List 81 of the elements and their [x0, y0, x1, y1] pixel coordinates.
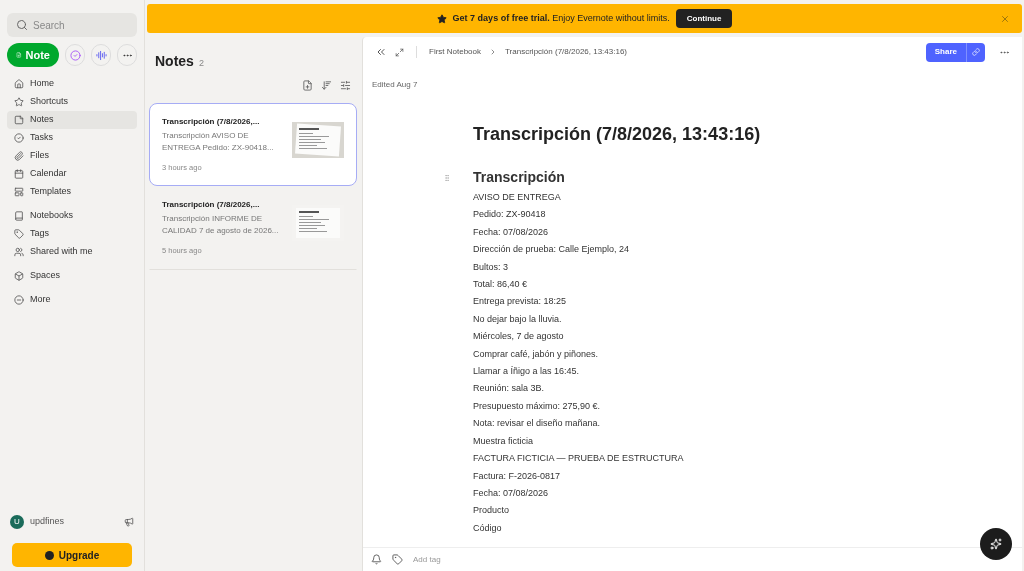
body-text: Código	[473, 521, 503, 535]
notes-heading: Notes	[155, 52, 194, 71]
sidebar-item[interactable]: Files	[7, 147, 137, 165]
body-text: Fecha: 07/08/2026	[473, 486, 550, 500]
note-icon	[14, 115, 24, 125]
search-icon	[16, 19, 28, 31]
sidebar-item[interactable]: Notes	[7, 111, 137, 129]
body-text: Presupuesto máximo: 275,90 €.	[473, 399, 602, 413]
sort-icon	[321, 80, 332, 91]
link-icon	[972, 48, 980, 56]
breadcrumb-item[interactable]: Transcripción (7/8/2026, 13:43:16)	[505, 46, 628, 58]
filter-icon	[340, 80, 351, 91]
body-text: Pedido: ZX-90418	[473, 208, 547, 222]
body-text: Reunión: sala 3B.	[473, 382, 546, 396]
sidebar-item[interactable]: Shortcuts	[7, 93, 137, 111]
continue-button[interactable]: Continue	[675, 9, 733, 28]
search-field[interactable]: Search	[7, 13, 137, 37]
tag-icon	[14, 229, 24, 239]
body-text: AVISO DE ENTREGA	[473, 191, 562, 204]
close-icon	[1000, 13, 1010, 24]
section-heading: Transcripción	[473, 168, 565, 187]
body-text: Llamar a Íñigo a las 16:45.	[473, 365, 581, 379]
megaphone-icon	[124, 517, 134, 527]
sound-wave-icon	[95, 49, 107, 61]
note-title: Transcripción (7/8/2026,...	[162, 116, 261, 128]
home-icon	[14, 79, 24, 89]
edited-date: Edited Aug 7	[371, 79, 419, 91]
body-text: No dejar bajo la lluvia.	[473, 312, 563, 326]
star-icon	[436, 13, 447, 24]
body-text: Bultos: 3	[473, 260, 510, 274]
banner-text: Get 7 days of free trial. Enjoy Evernote without limits.	[452, 11, 670, 25]
body-text: Comprar café, jabón y piñones.	[473, 347, 600, 361]
check-circle-icon	[14, 133, 24, 143]
note-title: Transcripción (7/8/2026, 13:43:16)	[473, 123, 762, 146]
ai-assistant-button[interactable]	[980, 528, 1012, 560]
reminder-icon	[371, 554, 382, 565]
minus-circle-icon	[14, 295, 24, 305]
sidebar-item[interactable]: More	[7, 291, 137, 309]
drag-handle-icon	[443, 173, 451, 182]
people-icon	[14, 247, 24, 257]
tag-field[interactable]: Add tag	[413, 553, 513, 566]
cube-icon	[14, 271, 24, 281]
paperclip-icon	[14, 151, 24, 161]
note-snippet: Transcripción INFORME DE CALIDAD 7 de agosto de 2026...	[162, 213, 280, 238]
sidebar-item[interactable]: Notebooks	[7, 207, 137, 225]
note-snippet: Transcripción AVISO DE ENTREGA Pedido: ZX-90418...	[162, 130, 275, 154]
sidebar-item[interactable]: Home	[7, 75, 137, 93]
collapse-icon	[375, 46, 387, 58]
sidebar-item[interactable]: Calendar	[7, 165, 137, 183]
star-icon	[14, 97, 24, 107]
expand-icon	[395, 47, 404, 57]
template-icon	[14, 187, 24, 197]
sidebar-item[interactable]: Tags	[7, 225, 137, 243]
new-note-icon	[302, 80, 313, 91]
body-text: Nota: revisar el diseño mañana.	[473, 417, 602, 431]
body-text: Dirección de prueba: Calle Ejemplo, 24	[473, 243, 631, 257]
check-circle-icon	[69, 49, 81, 61]
breadcrumb-item[interactable]: First Notebook	[429, 46, 482, 58]
body-text: Producto	[473, 504, 511, 518]
book-icon	[14, 211, 24, 221]
body-text: Fecha: 07/08/2026	[473, 225, 550, 239]
body-text: Miércoles, 7 de agosto	[473, 330, 565, 344]
sidebar-item[interactable]: Spaces	[7, 267, 137, 285]
sparkle-icon	[990, 538, 1002, 550]
body-text: Entrega prevista: 18:25	[473, 295, 568, 309]
tag-icon	[392, 554, 403, 565]
user-name: updfines	[30, 515, 66, 529]
sidebar-item[interactable]: Tasks	[7, 129, 137, 147]
upgrade-button[interactable]: Upgrade	[12, 543, 132, 567]
sidebar-item[interactable]: Shared with me	[7, 243, 137, 261]
user-avatar[interactable]: U	[10, 515, 24, 529]
body-text: Total: 86,40 €	[473, 278, 529, 292]
note-plus-icon	[16, 49, 22, 61]
body-text: FACTURA FICTICIA — PRUEBA DE ESTRUCTURA	[473, 452, 685, 466]
sidebar-item[interactable]: Templates	[7, 183, 137, 201]
notes-count: 2	[198, 57, 204, 70]
note-title: Transcripción (7/8/2026,...	[162, 199, 261, 212]
coin-icon	[44, 550, 54, 560]
body-text: Factura: F-2026-0817	[473, 469, 562, 483]
body-text: Muestra ficticia	[473, 434, 535, 448]
calendar-icon	[14, 169, 24, 179]
